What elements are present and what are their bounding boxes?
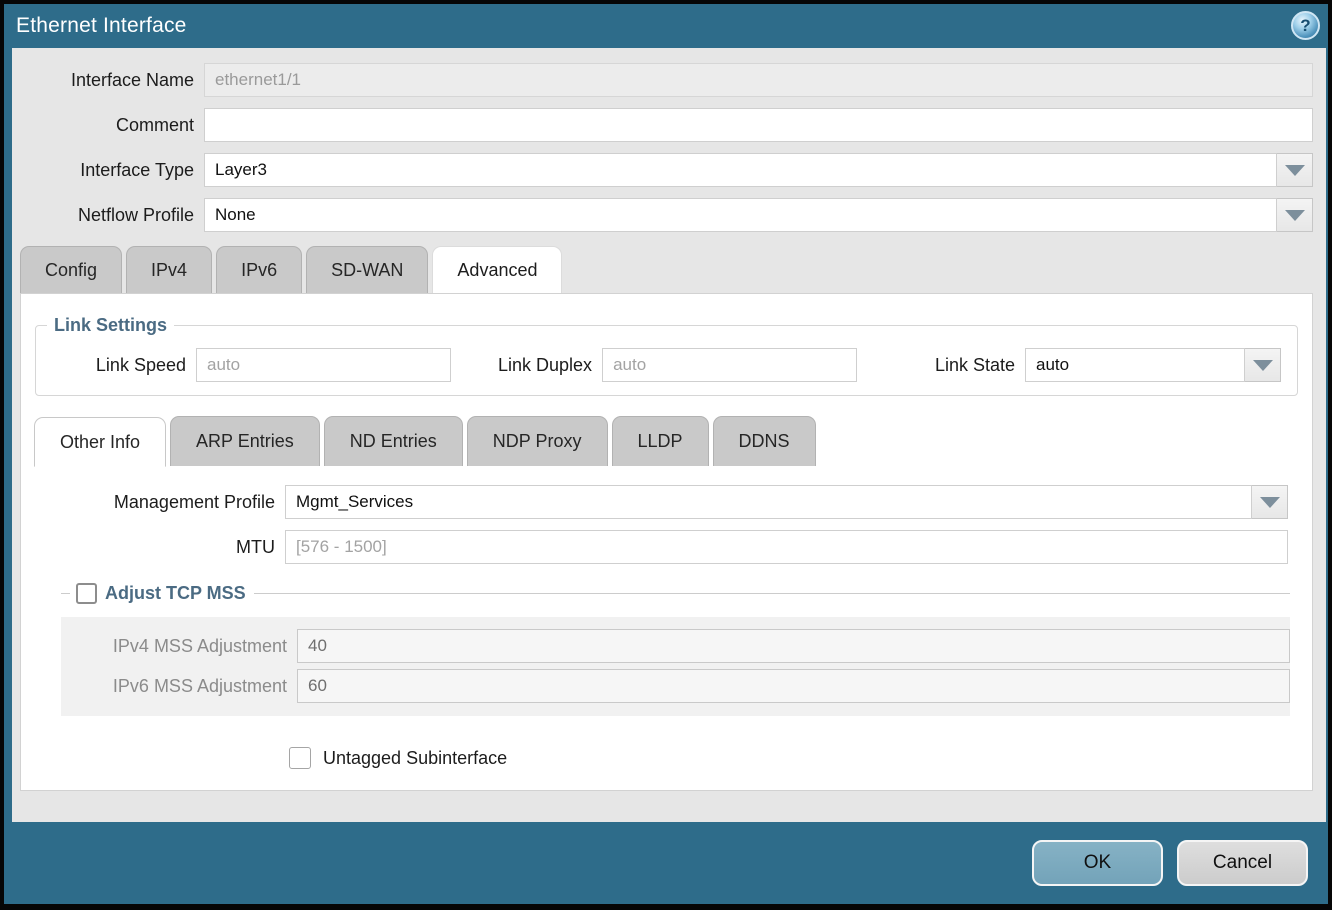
management-profile-label: Management Profile — [21, 492, 285, 513]
ipv4-mss-field — [297, 629, 1290, 663]
chevron-down-icon — [1260, 497, 1280, 508]
tab-arp-entries[interactable]: ARP Entries — [170, 416, 320, 466]
inner-tabstrip: Other Info ARP Entries ND Entries NDP Pr… — [34, 416, 1312, 466]
mtu-row: MTU — [21, 530, 1288, 564]
interface-name-row: Interface Name — [12, 63, 1313, 97]
adjust-tcp-mss-legend: Adjust TCP MSS — [61, 581, 1290, 605]
netflow-profile-row: Netflow Profile — [12, 198, 1313, 232]
dialog-body: Interface Name Comment Interface Type Ne… — [12, 48, 1326, 822]
link-speed-label: Link Speed — [36, 355, 196, 376]
link-settings-fieldset: Link Settings Link Speed Link Duplex Lin… — [35, 315, 1298, 396]
untagged-subinterface-label: Untagged Subinterface — [323, 748, 507, 769]
chevron-down-icon — [1285, 210, 1305, 221]
interface-name-field — [204, 63, 1313, 97]
ethernet-interface-dialog: Ethernet Interface ? Interface Name Comm… — [4, 4, 1328, 904]
interface-type-row: Interface Type — [12, 153, 1313, 187]
dialog-title: Ethernet Interface — [16, 14, 187, 38]
advanced-tab-panel: Link Settings Link Speed Link Duplex Lin… — [20, 293, 1313, 791]
link-settings-row: Link Speed Link Duplex Link State — [36, 340, 1297, 382]
tab-lldp[interactable]: LLDP — [612, 416, 709, 466]
chevron-down-icon — [1253, 360, 1273, 371]
comment-field[interactable] — [204, 108, 1313, 142]
main-tabstrip: Config IPv4 IPv6 SD-WAN Advanced — [20, 246, 1313, 293]
interface-type-label: Interface Type — [12, 160, 204, 181]
link-settings-legend: Link Settings — [47, 315, 174, 336]
tab-ipv4[interactable]: IPv4 — [126, 246, 212, 293]
ipv6-mss-field — [297, 669, 1290, 703]
dialog-footer: OK Cancel — [4, 822, 1328, 904]
untagged-subinterface-row: Untagged Subinterface — [289, 747, 1312, 769]
comment-row: Comment — [12, 108, 1313, 142]
link-speed-field[interactable] — [196, 348, 451, 382]
ipv6-mss-label: IPv6 MSS Adjustment — [61, 676, 297, 697]
link-state-label: Link State — [935, 355, 1025, 376]
link-duplex-field[interactable] — [602, 348, 857, 382]
tab-advanced[interactable]: Advanced — [432, 246, 562, 293]
management-profile-dropdown-button[interactable] — [1252, 485, 1288, 519]
tab-ipv6[interactable]: IPv6 — [216, 246, 302, 293]
link-state-dropdown-button[interactable] — [1245, 348, 1281, 382]
adjust-tcp-mss-label: Adjust TCP MSS — [105, 583, 246, 604]
adjust-tcp-mss-body: IPv4 MSS Adjustment IPv6 MSS Adjustment — [61, 617, 1290, 716]
netflow-profile-dropdown-button[interactable] — [1277, 198, 1313, 232]
netflow-profile-field[interactable] — [204, 198, 1277, 232]
help-icon[interactable]: ? — [1291, 11, 1320, 40]
management-profile-row: Management Profile — [21, 485, 1288, 519]
interface-type-dropdown-button[interactable] — [1277, 153, 1313, 187]
dialog-titlebar: Ethernet Interface ? — [4, 4, 1328, 48]
mtu-label: MTU — [21, 537, 285, 558]
ipv4-mss-label: IPv4 MSS Adjustment — [61, 636, 297, 657]
tab-nd-entries[interactable]: ND Entries — [324, 416, 463, 466]
adjust-tcp-mss-fieldset: Adjust TCP MSS IPv4 MSS Adjustment IPv6 … — [61, 581, 1290, 716]
tab-other-info[interactable]: Other Info — [34, 417, 166, 467]
netflow-profile-label: Netflow Profile — [12, 205, 204, 226]
link-state-field[interactable] — [1025, 348, 1245, 382]
tab-ddns[interactable]: DDNS — [713, 416, 816, 466]
ipv6-mss-row: IPv6 MSS Adjustment — [61, 669, 1290, 703]
chevron-down-icon — [1285, 165, 1305, 176]
ipv4-mss-row: IPv4 MSS Adjustment — [61, 629, 1290, 663]
tab-config[interactable]: Config — [20, 246, 122, 293]
link-duplex-label: Link Duplex — [498, 355, 602, 376]
comment-label: Comment — [12, 115, 204, 136]
tab-ndp-proxy[interactable]: NDP Proxy — [467, 416, 608, 466]
interface-type-field[interactable] — [204, 153, 1277, 187]
management-profile-field[interactable] — [285, 485, 1252, 519]
tab-sdwan[interactable]: SD-WAN — [306, 246, 428, 293]
cancel-button[interactable]: Cancel — [1177, 840, 1308, 886]
untagged-subinterface-checkbox[interactable] — [289, 747, 311, 769]
interface-name-label: Interface Name — [12, 70, 204, 91]
adjust-tcp-mss-checkbox[interactable] — [76, 583, 97, 604]
ok-button[interactable]: OK — [1032, 840, 1163, 886]
mtu-field[interactable] — [285, 530, 1288, 564]
